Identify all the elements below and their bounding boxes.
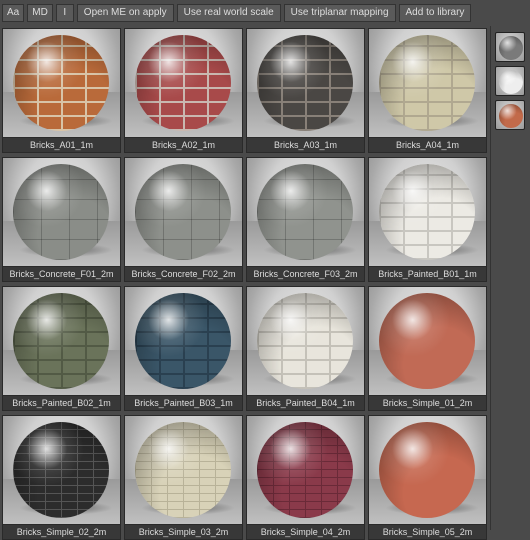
material-cell[interactable]: Bricks_Simple_04_2m (246, 415, 365, 540)
material-label: Bricks_Simple_05_2m (368, 525, 487, 540)
material-thumb[interactable] (246, 415, 365, 525)
material-thumb[interactable] (368, 415, 487, 525)
material-label: Bricks_Painted_B02_1m (2, 396, 121, 411)
material-cell[interactable]: Bricks_Concrete_F02_2m (124, 157, 243, 282)
open-me-button[interactable]: Open ME on apply (77, 4, 174, 22)
material-cell[interactable]: Bricks_Simple_01_2m (368, 286, 487, 411)
material-cell[interactable]: Bricks_Concrete_F03_2m (246, 157, 365, 282)
material-cell[interactable]: Bricks_Simple_05_2m (368, 415, 487, 540)
triplanar-button[interactable]: Use triplanar mapping (284, 4, 396, 22)
side-thumb[interactable] (495, 100, 525, 130)
material-label: Bricks_Simple_01_2m (368, 396, 487, 411)
material-thumb[interactable] (2, 286, 121, 396)
material-sphere (13, 164, 109, 260)
material-sphere (257, 422, 353, 518)
material-sphere (135, 35, 231, 131)
material-label: Bricks_Painted_B04_1m (246, 396, 365, 411)
side-thumb-sphere (499, 104, 523, 128)
side-thumb[interactable] (495, 66, 525, 96)
add-to-library-button[interactable]: Add to library (399, 4, 472, 22)
case-toggle-button[interactable]: Aa (2, 4, 24, 22)
material-sphere (257, 35, 353, 131)
material-sphere (257, 293, 353, 389)
material-sphere (379, 422, 475, 518)
material-label: Bricks_Concrete_F01_2m (2, 267, 121, 282)
material-cell[interactable]: Bricks_A02_1m (124, 28, 243, 153)
toolbar: Aa MD I Open ME on apply Use real world … (0, 0, 530, 26)
material-grid: Bricks_A01_1mBricks_A02_1mBricks_A03_1mB… (2, 28, 490, 540)
material-label: Bricks_A02_1m (124, 138, 243, 153)
material-thumb[interactable] (368, 286, 487, 396)
material-cell[interactable]: Bricks_Painted_B01_1m (368, 157, 487, 282)
material-thumb[interactable] (124, 157, 243, 267)
material-cell[interactable]: Bricks_Simple_02_2m (2, 415, 121, 540)
side-thumb-sphere (499, 70, 523, 94)
material-cell[interactable]: Bricks_Concrete_F01_2m (2, 157, 121, 282)
md-button[interactable]: MD (27, 4, 53, 22)
material-cell[interactable]: Bricks_Painted_B04_1m (246, 286, 365, 411)
material-label: Bricks_Concrete_F02_2m (124, 267, 243, 282)
material-thumb[interactable] (246, 286, 365, 396)
material-thumb[interactable] (124, 286, 243, 396)
material-cell[interactable]: Bricks_A01_1m (2, 28, 121, 153)
material-sphere (135, 164, 231, 260)
real-world-scale-button[interactable]: Use real world scale (177, 4, 281, 22)
material-sphere (135, 293, 231, 389)
material-sphere (379, 164, 475, 260)
main-area: Bricks_A01_1mBricks_A02_1mBricks_A03_1mB… (0, 26, 530, 530)
material-sphere (13, 35, 109, 131)
material-label: Bricks_Simple_02_2m (2, 525, 121, 540)
material-cell[interactable]: Bricks_Painted_B03_1m (124, 286, 243, 411)
material-thumb[interactable] (368, 28, 487, 138)
material-label: Bricks_Painted_B03_1m (124, 396, 243, 411)
material-cell[interactable]: Bricks_Simple_03_2m (124, 415, 243, 540)
material-cell[interactable]: Bricks_Painted_B02_1m (2, 286, 121, 411)
material-cell[interactable]: Bricks_A04_1m (368, 28, 487, 153)
material-sphere (379, 293, 475, 389)
material-grid-wrap: Bricks_A01_1mBricks_A02_1mBricks_A03_1mB… (0, 26, 490, 530)
material-thumb[interactable] (246, 157, 365, 267)
material-thumb[interactable] (246, 28, 365, 138)
material-sphere (13, 293, 109, 389)
side-thumb[interactable] (495, 32, 525, 62)
material-thumb[interactable] (368, 157, 487, 267)
info-button[interactable]: I (56, 4, 74, 22)
material-label: Bricks_Painted_B01_1m (368, 267, 487, 282)
material-label: Bricks_A01_1m (2, 138, 121, 153)
material-sphere (13, 422, 109, 518)
material-sphere (379, 35, 475, 131)
material-sphere (257, 164, 353, 260)
material-thumb[interactable] (124, 415, 243, 525)
side-panel (490, 26, 530, 530)
material-thumb[interactable] (2, 28, 121, 138)
material-label: Bricks_A03_1m (246, 138, 365, 153)
material-thumb[interactable] (2, 415, 121, 525)
material-label: Bricks_Simple_03_2m (124, 525, 243, 540)
material-cell[interactable]: Bricks_A03_1m (246, 28, 365, 153)
material-thumb[interactable] (2, 157, 121, 267)
material-label: Bricks_Concrete_F03_2m (246, 267, 365, 282)
material-thumb[interactable] (124, 28, 243, 138)
side-thumb-sphere (499, 36, 523, 60)
material-sphere (135, 422, 231, 518)
material-label: Bricks_Simple_04_2m (246, 525, 365, 540)
material-label: Bricks_A04_1m (368, 138, 487, 153)
